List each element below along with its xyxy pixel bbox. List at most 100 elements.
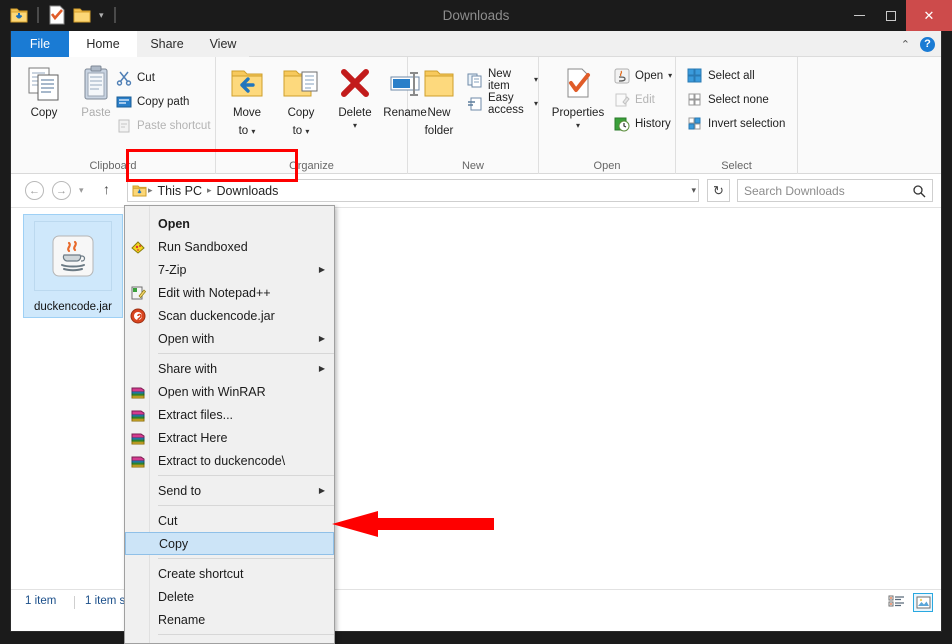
context-menu-item-scan[interactable]: Scan duckencode.jar [125, 304, 334, 327]
tab-share[interactable]: Share [137, 31, 197, 57]
context-menu-item-rename-label: Rename [158, 612, 206, 627]
context-menu-item-delete[interactable]: Delete [125, 585, 334, 608]
cut-button[interactable]: Cut [115, 67, 155, 88]
breadcrumb[interactable]: ▸ This PC ▸ Downloads ▾ [127, 179, 699, 202]
ribbon-tabs: File Home Share View ⌃ ? [11, 31, 941, 57]
delete-button[interactable]: Delete ▾ [328, 61, 382, 130]
tab-file[interactable]: File [11, 31, 69, 57]
context-menu-item-run-sandboxed[interactable]: Run Sandboxed [125, 235, 334, 258]
tab-view[interactable]: View [197, 31, 249, 57]
maximize-button[interactable] [875, 0, 906, 31]
move-to-caret-icon[interactable]: ▾ [251, 127, 255, 136]
context-menu-item-open-with[interactable]: Open with ▶ [125, 327, 334, 350]
details-view-button[interactable] [886, 593, 906, 612]
context-menu[interactable]: Open Run Sandboxed 7-Zip ▶ Edit with Not… [124, 205, 335, 644]
help-icon[interactable]: ? [920, 36, 935, 52]
search-icon[interactable] [912, 184, 926, 198]
submenu-arrow-icon: ▶ [318, 364, 325, 373]
paste-button-label: Paste [81, 107, 111, 119]
context-menu-item-share-with[interactable]: Share with ▶ [125, 357, 334, 380]
select-all-button[interactable]: Select all [686, 65, 755, 86]
move-to-icon [220, 61, 274, 103]
context-menu-item-extract-files[interactable]: Extract files... [125, 403, 334, 426]
context-menu-item-send-to[interactable]: Send to ▶ [125, 479, 334, 502]
context-menu-item-create-shortcut[interactable]: Create shortcut [125, 562, 334, 585]
context-menu-item-cut[interactable]: Cut [125, 509, 334, 532]
properties-button[interactable]: Properties ▾ [547, 61, 609, 130]
context-menu-item-share-with-label: Share with [158, 361, 218, 376]
copy-path-button[interactable]: Copy path [115, 91, 189, 112]
forward-button[interactable]: → [52, 181, 71, 200]
tab-home[interactable]: Home [69, 31, 137, 57]
context-menu-item-open-label: Open [158, 216, 190, 231]
back-button[interactable]: ← [25, 181, 44, 200]
antivirus-icon [128, 307, 148, 325]
copy-to-caret-icon[interactable]: ▾ [305, 127, 309, 136]
notepadpp-icon [128, 284, 148, 302]
edit-button[interactable]: Edit [613, 89, 655, 110]
new-item-button[interactable]: New item ▾ [466, 68, 538, 92]
window-title: Downloads [442, 8, 510, 23]
context-menu-item-7zip[interactable]: 7-Zip ▶ [125, 258, 334, 281]
breadcrumb-item-this-pc[interactable]: This PC [154, 184, 206, 198]
title-bar: ▾ Downloads ✕ [0, 0, 952, 31]
easy-access-button[interactable]: Easy access ▾ [466, 91, 538, 116]
minimize-icon [854, 15, 865, 16]
winrar-icon [128, 383, 148, 401]
ribbon-group-select: Select all Select none Invert selection … [676, 57, 798, 174]
recent-locations-icon[interactable]: ▾ [79, 185, 84, 196]
search-input[interactable]: Search Downloads [737, 179, 933, 202]
new-item-icon [466, 71, 483, 88]
delete-button-label: Delete [338, 107, 372, 119]
history-button[interactable]: History [613, 113, 671, 134]
context-menu-item-extract-to-label: Extract to duckencode\ [158, 453, 286, 468]
minimize-button[interactable] [844, 0, 875, 31]
context-menu-item-7zip-label: 7-Zip [158, 262, 187, 277]
paste-shortcut-button[interactable]: Paste shortcut [115, 115, 211, 136]
context-menu-item-edit-notepadpp[interactable]: Edit with Notepad++ [125, 281, 334, 304]
easy-access-button-label: Easy access [488, 91, 524, 116]
new-folder-button[interactable]: New folder [412, 61, 466, 139]
context-menu-item-copy-label: Copy [159, 536, 189, 551]
copy-path-icon [115, 93, 132, 110]
open-button[interactable]: Open ▾ [613, 65, 672, 86]
large-icons-view-button[interactable] [913, 593, 933, 612]
copy-button[interactable]: Copy [17, 61, 71, 121]
new-item-caret-icon[interactable]: ▾ [534, 75, 538, 84]
move-to-button-label: Move to ▾ [232, 107, 262, 137]
context-menu-item-delete-label: Delete [158, 589, 195, 604]
refresh-button[interactable]: ↻ [707, 179, 730, 202]
move-to-button[interactable]: Move to ▾ [220, 61, 274, 139]
search-placeholder: Search Downloads [744, 183, 845, 198]
breadcrumb-item-downloads[interactable]: Downloads [213, 184, 283, 198]
properties-caret-icon[interactable]: ▾ [547, 121, 609, 130]
new-folder-button-label: New folder [424, 107, 454, 137]
context-menu-item-run-sandboxed-label: Run Sandboxed [158, 239, 248, 254]
explorer-window: ▾ Downloads ✕ File Home Share View ⌃ ? C… [0, 0, 952, 644]
delete-caret-icon[interactable]: ▾ [328, 121, 382, 130]
context-menu-item-copy[interactable]: Copy [125, 532, 334, 555]
context-menu-item-rename[interactable]: Rename [125, 608, 334, 631]
address-dropdown-icon[interactable]: ▾ [691, 185, 696, 196]
context-menu-item-open-with-winrar[interactable]: Open with WinRAR [125, 380, 334, 403]
context-menu-item-extract-to[interactable]: Extract to duckencode\ [125, 449, 334, 472]
copy-to-button-label: Copy to ▾ [287, 107, 315, 137]
list-item[interactable]: duckencode.jar [23, 214, 123, 318]
scissors-icon [115, 69, 132, 86]
context-menu-item-create-shortcut-label: Create shortcut [158, 566, 244, 581]
select-none-button-label: Select none [708, 93, 769, 106]
copy-button-label: Copy [30, 107, 58, 119]
context-menu-item-extract-here[interactable]: Extract Here [125, 426, 334, 449]
copy-icon [17, 61, 71, 103]
invert-selection-button[interactable]: Invert selection [686, 113, 785, 134]
collapse-ribbon-icon[interactable]: ⌃ [901, 38, 910, 51]
context-menu-item-open[interactable]: Open [125, 212, 334, 235]
select-none-button[interactable]: Select none [686, 89, 769, 110]
open-caret-icon[interactable]: ▾ [668, 71, 672, 80]
context-menu-item-open-with-winrar-label: Open with WinRAR [158, 384, 266, 399]
up-button[interactable]: ↑ [103, 181, 110, 197]
context-menu-item-properties[interactable]: Properties [125, 638, 334, 644]
copy-to-button[interactable]: Copy to ▾ [274, 61, 328, 139]
close-button[interactable]: ✕ [906, 0, 952, 31]
easy-access-caret-icon[interactable]: ▾ [534, 99, 538, 108]
